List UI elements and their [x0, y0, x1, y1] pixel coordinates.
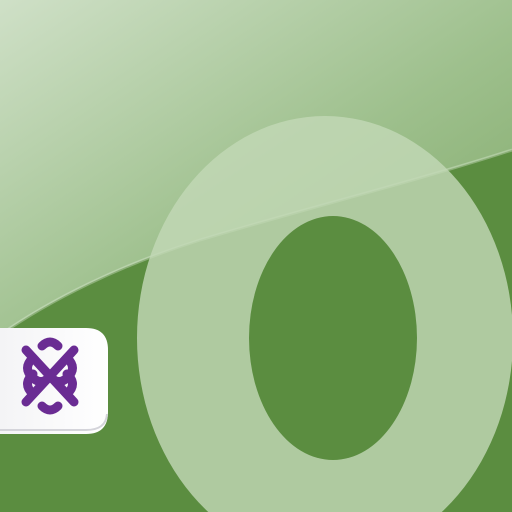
app-icon [0, 0, 512, 512]
brand-badge [0, 328, 108, 434]
letter-o-glyph [0, 0, 512, 512]
app-icon-artwork [0, 0, 512, 512]
